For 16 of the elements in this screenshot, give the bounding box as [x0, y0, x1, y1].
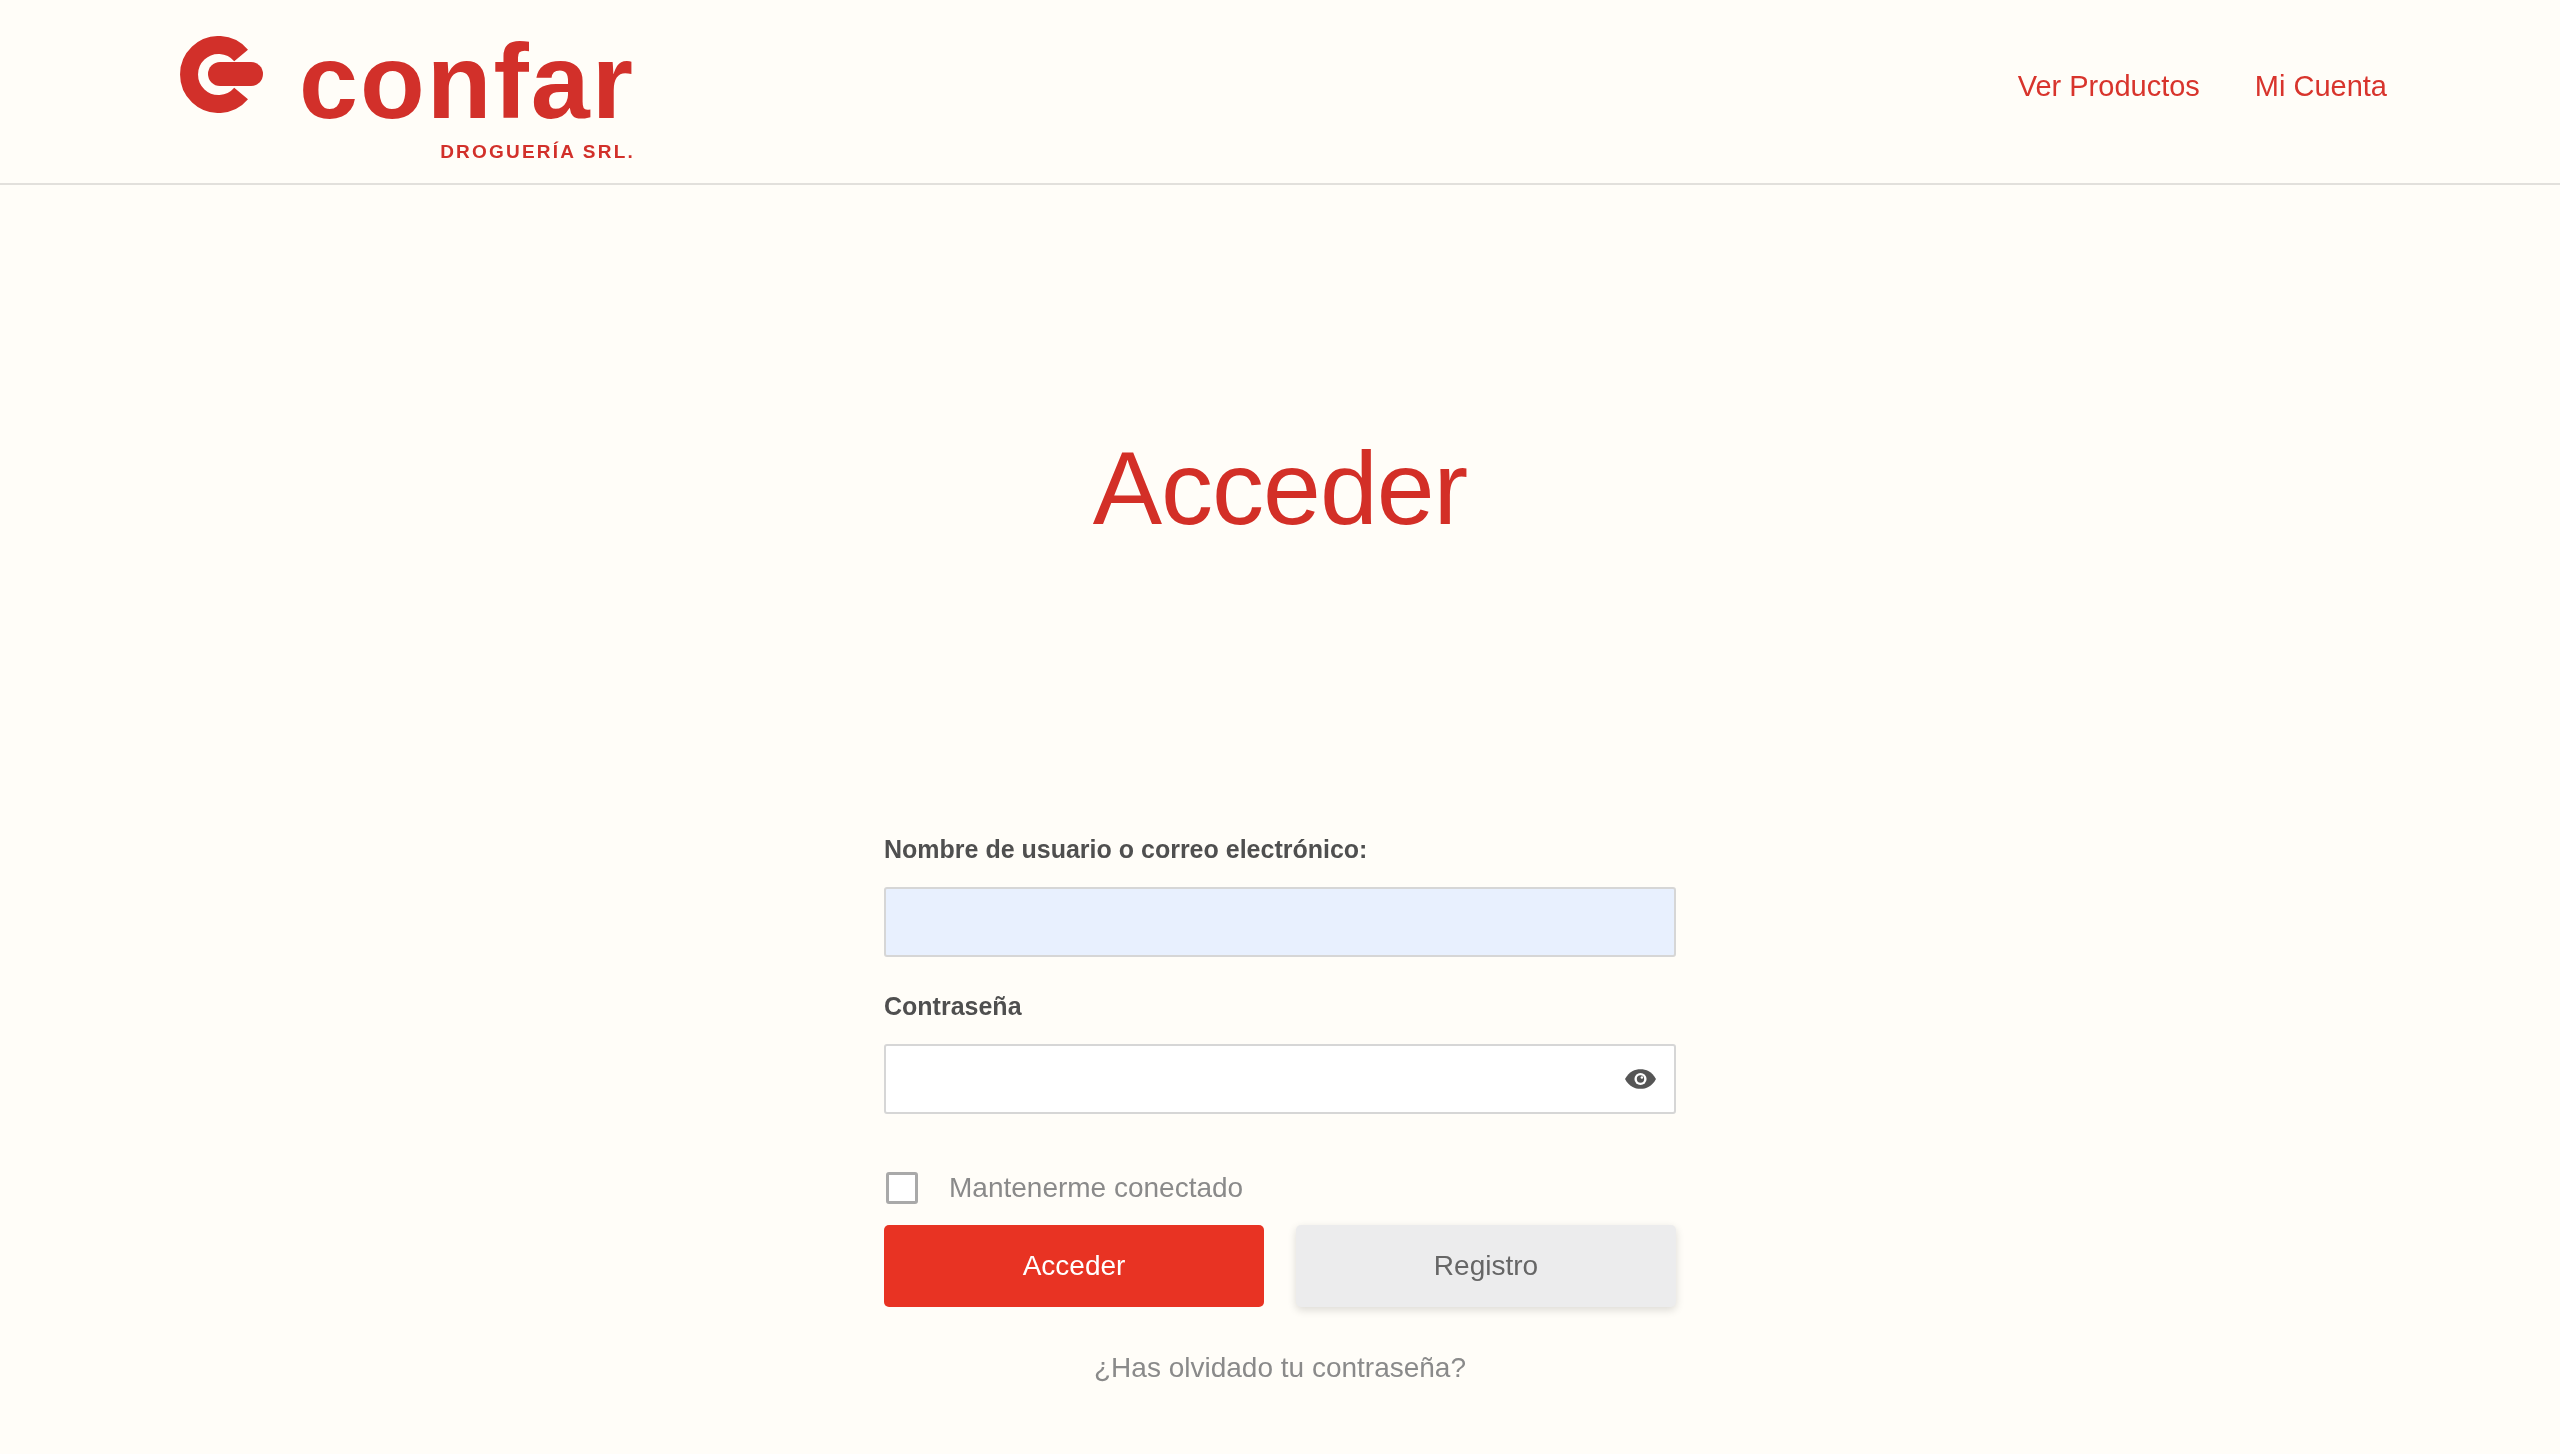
- register-button[interactable]: Registro: [1296, 1224, 1676, 1307]
- field-label: Contraseña: [884, 990, 1023, 1021]
- eye-icon[interactable]: [1625, 1068, 1656, 1089]
- checkbox-label: Mantenerme conectado: [949, 1171, 1244, 1204]
- checkbox[interactable]: [886, 1171, 918, 1204]
- username-field[interactable]: [884, 886, 1676, 957]
- page-title: Acceder: [1092, 429, 1468, 548]
- nav-link[interactable]: Ver Productos: [2017, 70, 2200, 103]
- logo-icon: [180, 36, 263, 114]
- forgot-password-link[interactable]: ¿Has olvidado tu contraseña?: [1094, 1351, 1466, 1384]
- logo-tagline: DROGUERÍA SRL.: [440, 141, 635, 161]
- login-button[interactable]: Acceder: [884, 1224, 1264, 1307]
- field-label: Nombre de usuario o correo electrónico:: [884, 833, 1369, 864]
- nav-link[interactable]: Mi Cuenta: [2254, 70, 2387, 103]
- logo-wordmark: confar: [299, 36, 635, 128]
- password-field[interactable]: [884, 1043, 1676, 1114]
